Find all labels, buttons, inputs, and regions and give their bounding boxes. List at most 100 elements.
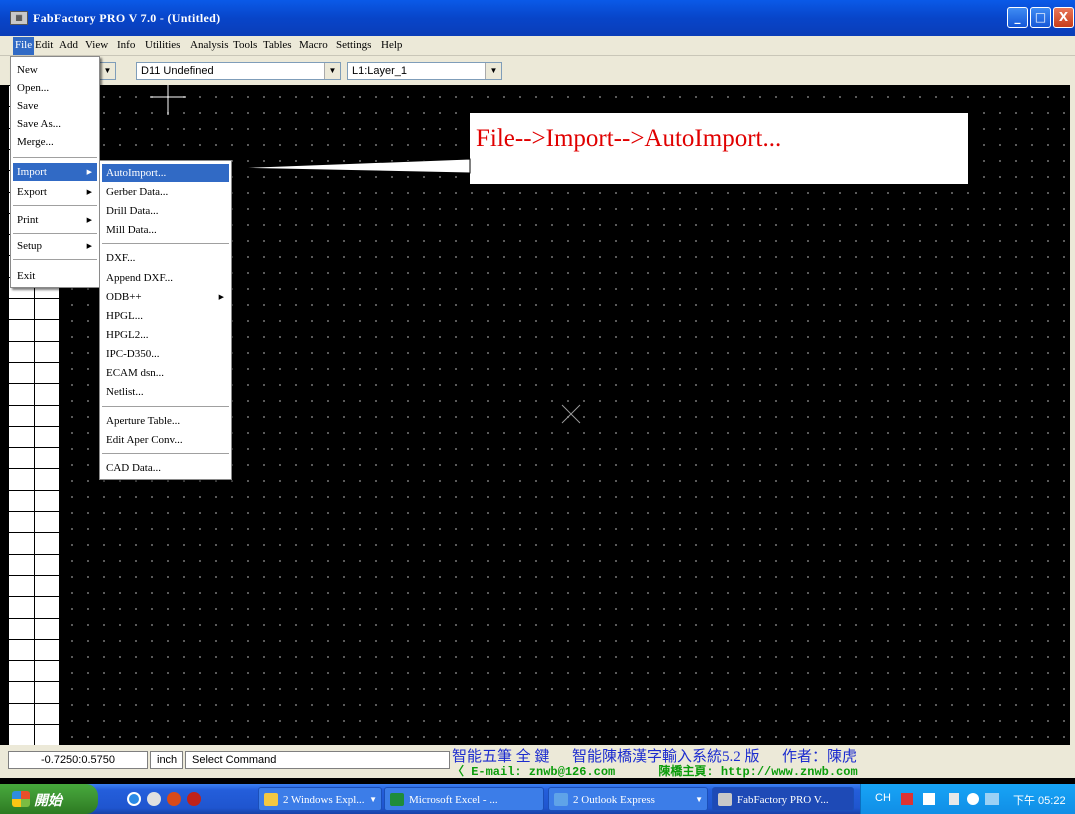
menu-item-open[interactable]: Open...: [13, 79, 97, 97]
menu-item-cad-data[interactable]: CAD Data...: [102, 459, 229, 477]
menu-item-save[interactable]: Save: [13, 97, 97, 115]
excel-icon: [390, 793, 404, 806]
task-fabfactory[interactable]: FabFactory PRO V...: [712, 787, 854, 811]
clock: 下午 05:22: [1013, 795, 1066, 807]
app-icon[interactable]: ▦: [10, 11, 28, 25]
menu-tools[interactable]: Tools: [233, 39, 257, 51]
tray-expand-icon[interactable]: [967, 793, 979, 805]
menu-separator: [102, 243, 229, 244]
menu-item-label: Setup: [17, 240, 43, 252]
menu-item-edit-aper-conv[interactable]: Edit Aper Conv...: [102, 431, 229, 449]
chevron-down-icon: ▼: [369, 795, 377, 804]
menu-item-exit[interactable]: Exit: [13, 267, 97, 285]
canvas-scrollbar[interactable]: [1070, 85, 1075, 745]
ie-icon[interactable]: [127, 792, 141, 806]
start-button[interactable]: 開始: [0, 784, 98, 814]
firefox-icon[interactable]: [167, 792, 181, 806]
chevron-down-icon[interactable]: ▼: [324, 63, 340, 79]
ime-links: 〈 E-mail: znwb@126.com 陳橋主頁: http://www.…: [452, 765, 858, 779]
menu-separator: [13, 205, 97, 206]
volume-icon[interactable]: [985, 793, 999, 805]
close-button[interactable]: X: [1053, 7, 1074, 28]
menu-item-ecam-dsn[interactable]: ECAM dsn...: [102, 364, 229, 382]
chevron-down-icon[interactable]: ▼: [99, 63, 115, 79]
grid-line: [8, 575, 60, 576]
menu-utilities[interactable]: Utilities: [145, 39, 180, 51]
callout-text: File-->Import-->AutoImport...: [476, 125, 782, 152]
maximize-button[interactable]: □: [1030, 7, 1051, 28]
grid-line: [8, 85, 9, 745]
menu-item-save-as[interactable]: Save As...: [13, 115, 97, 133]
menu-separator: [13, 233, 97, 234]
grid-line: [8, 426, 60, 427]
minimize-button[interactable]: _: [1007, 7, 1028, 28]
layer-combo-value: L1:Layer_1: [352, 65, 408, 77]
task-windows-explorer[interactable]: 2 Windows Expl... ▼: [258, 787, 382, 811]
units-readout: inch: [150, 751, 183, 769]
command-readout: Select Command: [185, 751, 450, 769]
menu-item-aperture-table[interactable]: Aperture Table...: [102, 412, 229, 430]
menu-item-label: ODB++: [106, 291, 142, 303]
menu-item-append-dxf[interactable]: Append DXF...: [102, 269, 229, 287]
app-icon: [718, 793, 732, 806]
dcode-combo[interactable]: D11 Undefined ▼: [136, 62, 341, 80]
task-label: 2 Windows Expl...: [283, 794, 365, 806]
menu-add[interactable]: Add: [59, 39, 78, 51]
menu-item-dxf[interactable]: DXF...: [102, 249, 229, 267]
menu-separator: [13, 157, 97, 158]
chevron-down-icon[interactable]: ▼: [485, 63, 501, 79]
menu-view[interactable]: View: [85, 39, 108, 51]
taskbar: 開始 2 Windows Expl... ▼ Microsoft Excel -…: [0, 784, 1075, 814]
menu-item-import[interactable]: Import ▶: [13, 163, 97, 181]
ime-bar[interactable]: 智能五筆 全 鍵 智能陳橋漢字輸入系統5.2 版 作者：陳虎 〈 E-mail:…: [452, 745, 1075, 779]
callout-pointer: [230, 158, 471, 174]
menu-macro[interactable]: Macro: [299, 39, 328, 51]
grid-line: [8, 383, 60, 384]
menu-separator: [102, 453, 229, 454]
menu-item-setup[interactable]: Setup ▶: [13, 237, 97, 255]
menu-item-hpgl[interactable]: HPGL...: [102, 307, 229, 325]
origin-marker-icon: [561, 404, 581, 424]
menu-help[interactable]: Help: [381, 39, 402, 51]
menu-item-netlist[interactable]: Netlist...: [102, 383, 229, 401]
menu-item-ipc-d350[interactable]: IPC-D350...: [102, 345, 229, 363]
menu-analysis[interactable]: Analysis: [190, 39, 229, 51]
crosshair-cursor-icon: [150, 85, 186, 115]
outlook-icon: [554, 793, 568, 806]
help-icon[interactable]: [923, 793, 935, 805]
menu-tables[interactable]: Tables: [263, 39, 292, 51]
menu-edit[interactable]: Edit: [35, 39, 53, 51]
menu-item-export[interactable]: Export ▶: [13, 183, 97, 201]
submenu-arrow-icon: ▶: [218, 293, 224, 301]
menu-item-mill-data[interactable]: Mill Data...: [102, 221, 229, 239]
menu-item-autoimport[interactable]: AutoImport...: [102, 164, 229, 182]
menu-item-merge[interactable]: Merge...: [13, 133, 97, 151]
menu-item-drill-data[interactable]: Drill Data...: [102, 202, 229, 220]
menu-info[interactable]: Info: [117, 39, 135, 51]
grid-line: [8, 405, 60, 406]
ime-icon[interactable]: [901, 793, 913, 805]
app-quick-icon[interactable]: [187, 792, 201, 806]
file-menu: New Open... Save Save As... Merge... Imp…: [10, 56, 100, 288]
chevron-down-icon: ▼: [695, 795, 703, 804]
grid-line: [8, 447, 60, 448]
input-language[interactable]: CH: [875, 792, 891, 804]
start-label: 開始: [34, 794, 62, 809]
task-microsoft-excel[interactable]: Microsoft Excel - ...: [384, 787, 544, 811]
layer-combo[interactable]: L1:Layer_1 ▼: [347, 62, 502, 80]
task-label: 2 Outlook Express: [573, 794, 655, 806]
menu-separator: [102, 406, 229, 407]
menu-item-odb[interactable]: ODB++ ▶: [102, 288, 229, 306]
menu-item-gerber-data[interactable]: Gerber Data...: [102, 183, 229, 201]
menu-settings[interactable]: Settings: [336, 39, 371, 51]
menu-item-new[interactable]: New: [13, 61, 97, 79]
menu-item-hpgl2[interactable]: HPGL2...: [102, 326, 229, 344]
network-icon[interactable]: [949, 793, 959, 805]
system-tray: CH 下午 05:22: [860, 784, 1075, 814]
menu-item-print[interactable]: Print ▶: [13, 211, 97, 229]
task-label: Microsoft Excel - ...: [409, 794, 498, 806]
menu-file[interactable]: File: [13, 37, 35, 55]
cd-icon[interactable]: [147, 792, 161, 806]
grid-line: [8, 703, 60, 704]
task-outlook-express[interactable]: 2 Outlook Express ▼: [548, 787, 708, 811]
